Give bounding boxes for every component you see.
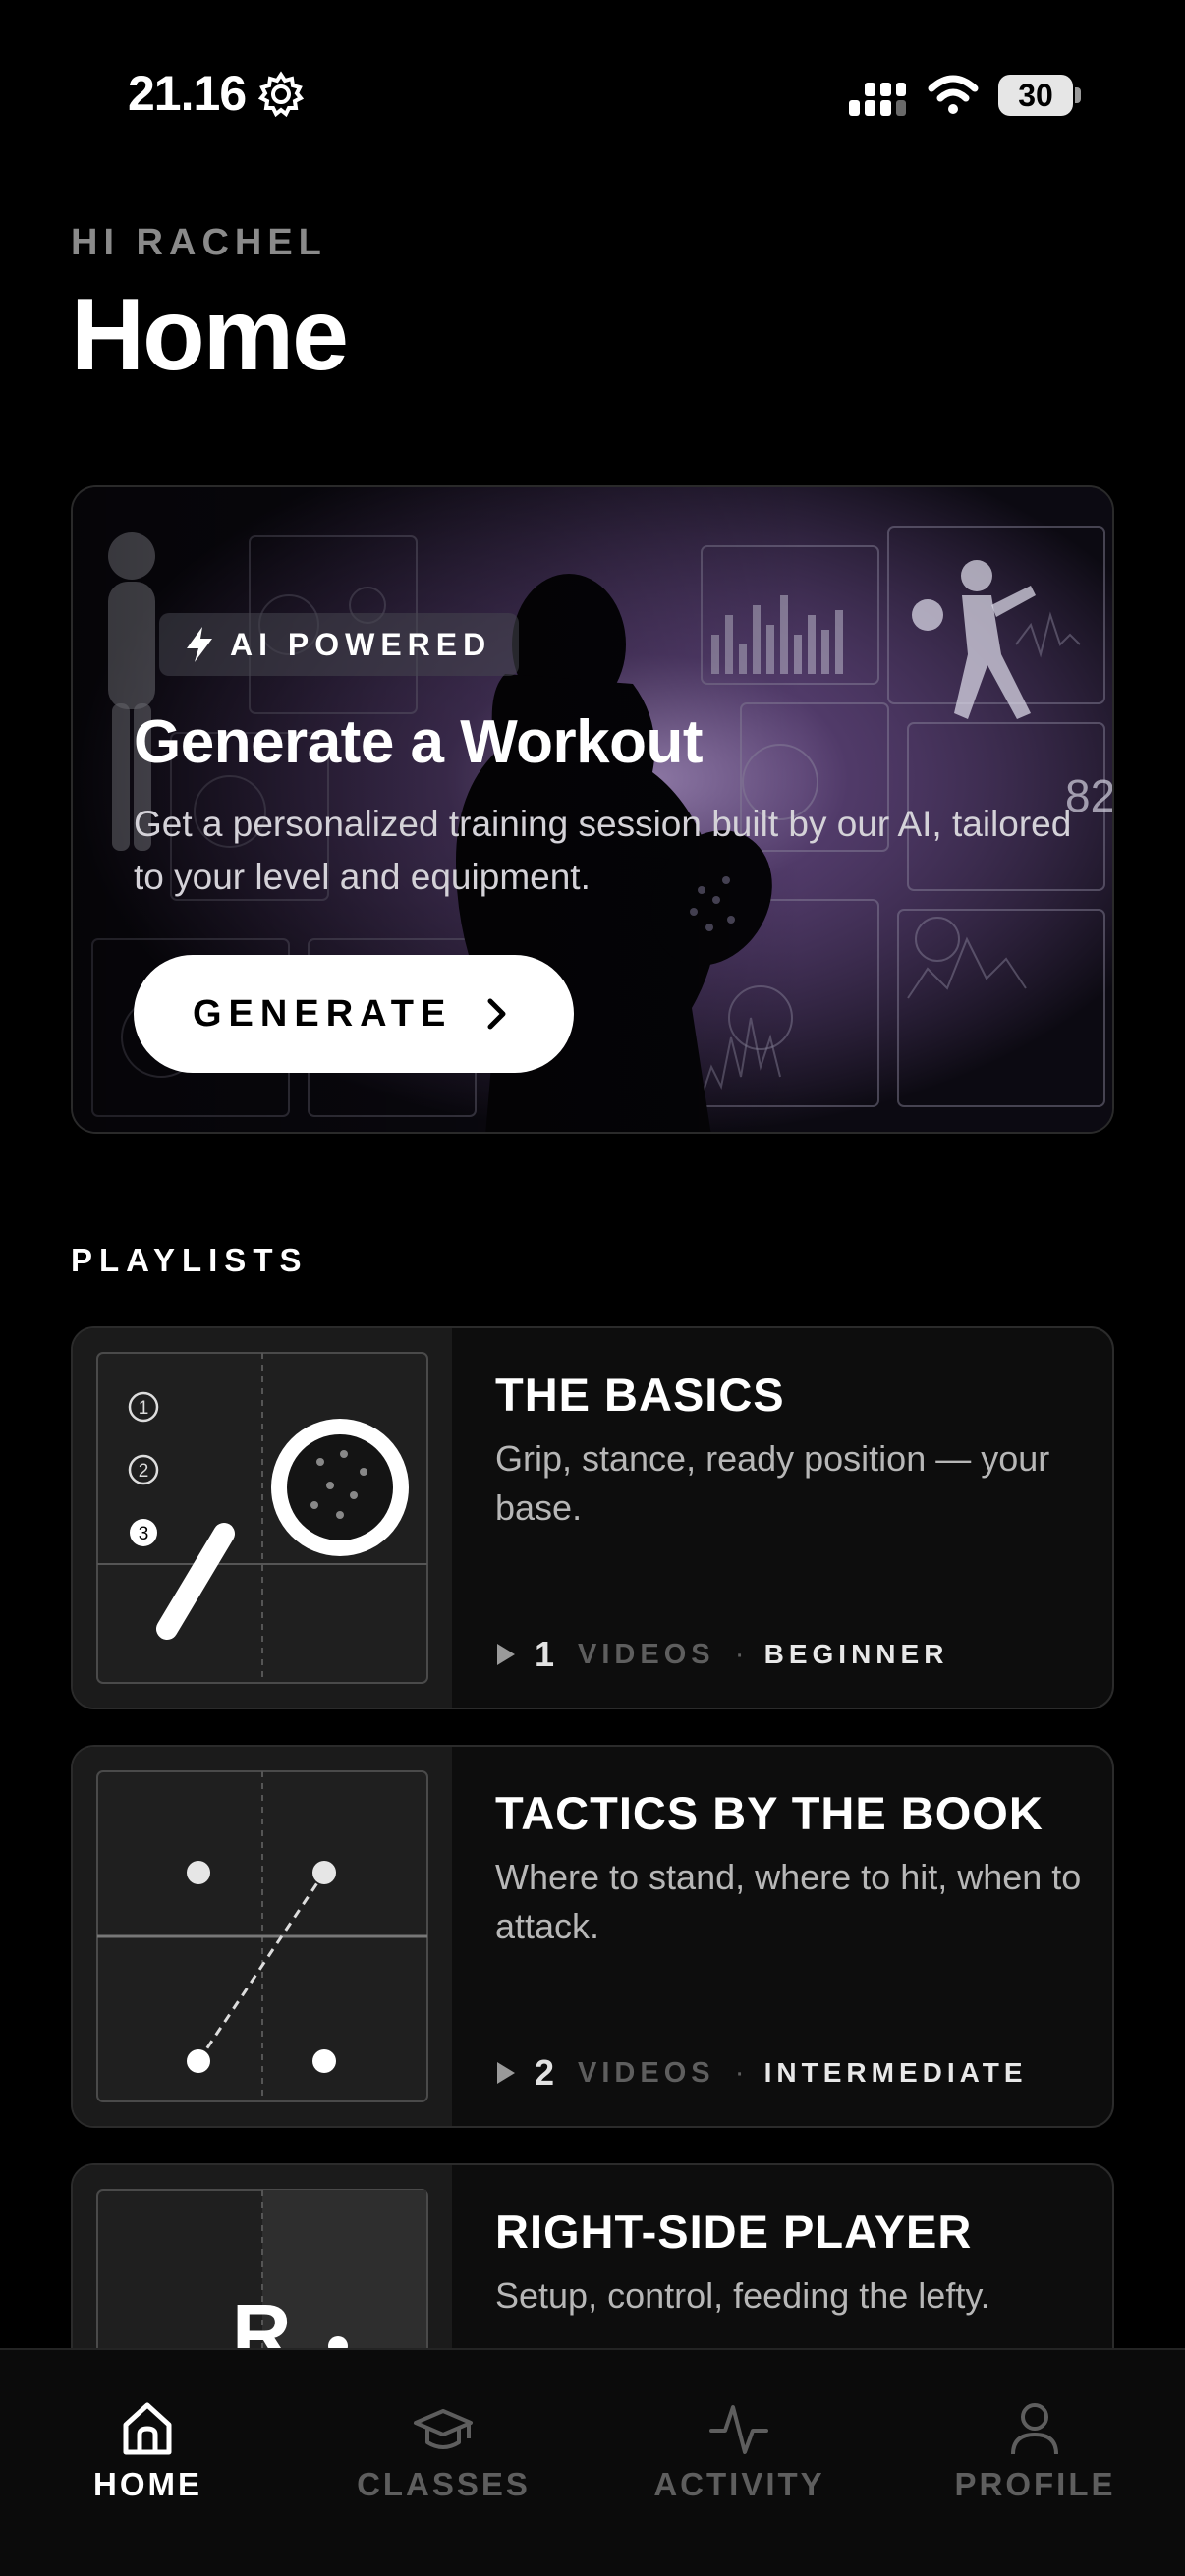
wifi-icon [928, 75, 979, 114]
nav-label-profile: PROFILE [954, 2466, 1116, 2502]
battery-icon: 30 [998, 75, 1081, 116]
hero-description: Get a personalized training session buil… [134, 804, 1072, 897]
meta-separator: · [734, 1638, 745, 1670]
playlist-meta: 1 VIDEOS · BEGINNER [495, 1634, 949, 1674]
home-icon [123, 2402, 172, 2455]
signal-icon [849, 83, 906, 116]
lightning-icon [187, 627, 212, 662]
chevron-right-icon [487, 998, 506, 1030]
battery-level: 30 [998, 75, 1073, 116]
ai-powered-badge: AI POWERED [159, 613, 520, 676]
video-count: 2 [535, 2052, 555, 2093]
nav-item-activity[interactable]: ACTIVITY [592, 2350, 887, 2527]
playlist-description: Setup, control, feeding the lefty. [495, 2275, 990, 2316]
generate-button[interactable]: GENERATE [134, 955, 574, 1073]
videos-label: VIDEOS [578, 1638, 715, 1670]
graduation-cap-icon [414, 2409, 473, 2449]
playlist-title: THE BASICS [495, 1369, 785, 1421]
meta-separator: · [734, 2056, 745, 2089]
play-icon [497, 1644, 515, 1665]
court-tactics-diagram [96, 1770, 428, 2102]
nav-label-home: HOME [93, 2466, 202, 2502]
playlist-title: RIGHT-SIDE PLAYER [495, 2206, 973, 2258]
playlist-title: TACTICS BY THE BOOK [495, 1787, 1044, 1839]
videos-label: VIDEOS [578, 2056, 715, 2089]
play-icon [497, 2062, 515, 2084]
status-bar: 21.16 30 [0, 0, 1185, 187]
ai-powered-label: AI POWERED [230, 627, 492, 662]
hero-title: Generate a Workout [134, 708, 704, 776]
activity-pulse-icon [709, 2405, 768, 2454]
bottom-navigation: HOME CLASSES ACTIVITY PROFILE [0, 2348, 1185, 2576]
user-icon [1011, 2403, 1058, 2455]
nav-label-classes: CLASSES [357, 2466, 531, 2502]
playlist-thumbnail: 1 2 3 [73, 1328, 452, 1708]
playlist-description: Grip, stance, ready position — your base… [495, 1438, 1050, 1528]
nav-item-classes[interactable]: CLASSES [296, 2350, 592, 2527]
step-number-3: 3 [139, 1524, 149, 1544]
nav-item-profile[interactable]: PROFILE [887, 2350, 1183, 2527]
page-title: Home [71, 278, 349, 392]
gear-icon [257, 71, 305, 118]
playlist-card-the-basics[interactable]: 1 2 3 THE BASICS Grip, stance, ready pos… [71, 1326, 1114, 1709]
status-time: 21.16 [128, 66, 247, 121]
playlist-description: Where to stand, where to hit, when to at… [495, 1857, 1082, 1946]
greeting: HI RACHEL [71, 222, 327, 263]
level-badge: BEGINNER [763, 1639, 949, 1669]
nav-label-activity: ACTIVITY [653, 2466, 825, 2502]
playlists-section-label: PLAYLISTS [71, 1242, 309, 1278]
racket-diagram: 1 2 3 [96, 1352, 428, 1684]
nav-item-home[interactable]: HOME [0, 2350, 296, 2527]
playlist-thumbnail [73, 1747, 452, 2126]
level-badge: INTERMEDIATE [763, 2057, 1028, 2088]
playlist-meta: 2 VIDEOS · INTERMEDIATE [495, 2052, 1028, 2093]
generate-workout-card[interactable]: 82 AI POWERED Generate a Workout Get a p… [71, 485, 1114, 1134]
playlist-card-tactics-by-the-book[interactable]: TACTICS BY THE BOOK Where to stand, wher… [71, 1745, 1114, 2128]
video-count: 1 [535, 1634, 555, 1674]
generate-button-label: GENERATE [193, 993, 453, 1035]
step-number-2: 2 [139, 1461, 149, 1482]
step-number-1: 1 [139, 1398, 149, 1419]
